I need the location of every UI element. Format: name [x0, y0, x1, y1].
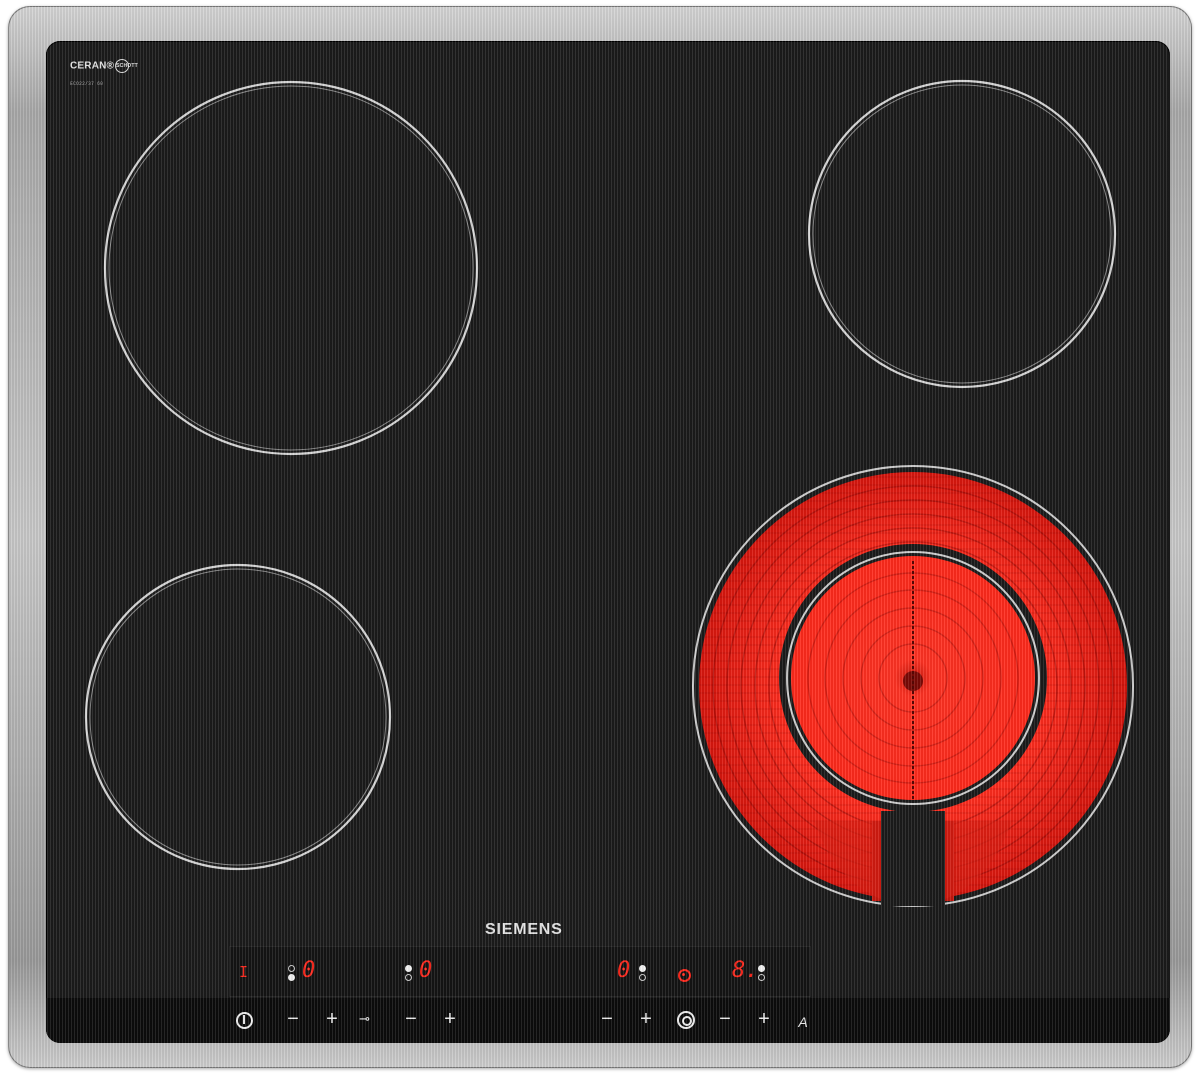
zone2-power-level: 0	[419, 958, 433, 983]
zone3-power-level: 0	[617, 958, 631, 983]
power-icon[interactable]	[236, 1012, 253, 1029]
zone3-position-indicator	[639, 965, 647, 983]
zone2-minus-button[interactable]: −	[399, 1009, 423, 1029]
zone2-position-indicator	[405, 965, 413, 983]
zone-rear-left	[103, 80, 479, 456]
zone-front-right-heating	[692, 465, 1134, 907]
zone4-power-level: 8.	[732, 958, 759, 983]
zone1-power-level: 0	[302, 958, 316, 983]
zone4-position-indicator	[758, 965, 766, 983]
cooktop-frame: CERAN® SCHOTT ECO22/37 60 SIEMENS I 0 0 …	[8, 6, 1192, 1068]
touch-control-strip: − + ⊸ − + − + − + A	[46, 998, 1170, 1043]
zone-front-left	[84, 563, 392, 871]
zone3-minus-button[interactable]: −	[595, 1009, 619, 1029]
child-lock-key-icon[interactable]: ⊸	[359, 1011, 370, 1027]
zone2-plus-button[interactable]: +	[438, 1009, 462, 1029]
power-on-indicator: I	[239, 963, 249, 981]
zone1-minus-button[interactable]: −	[281, 1009, 305, 1029]
dual-zone-active-icon	[678, 969, 691, 982]
cooking-zones	[84, 79, 1134, 907]
zone1-position-indicator	[288, 965, 296, 983]
brand-logo: SIEMENS	[485, 921, 563, 938]
zone4-minus-button[interactable]: −	[713, 1009, 737, 1029]
ceramic-glass-surface: CERAN® SCHOTT ECO22/37 60 SIEMENS I 0 0 …	[46, 41, 1170, 1043]
dual-zone-icon[interactable]	[677, 1011, 695, 1029]
zone4-plus-button[interactable]: +	[752, 1009, 776, 1029]
led-display-panel: I 0 0 0 8.	[229, 946, 811, 997]
zone3-plus-button[interactable]: +	[634, 1009, 658, 1029]
zone1-plus-button[interactable]: +	[320, 1009, 344, 1029]
zone-rear-right	[807, 79, 1117, 389]
auto-label[interactable]: A	[791, 1012, 815, 1032]
